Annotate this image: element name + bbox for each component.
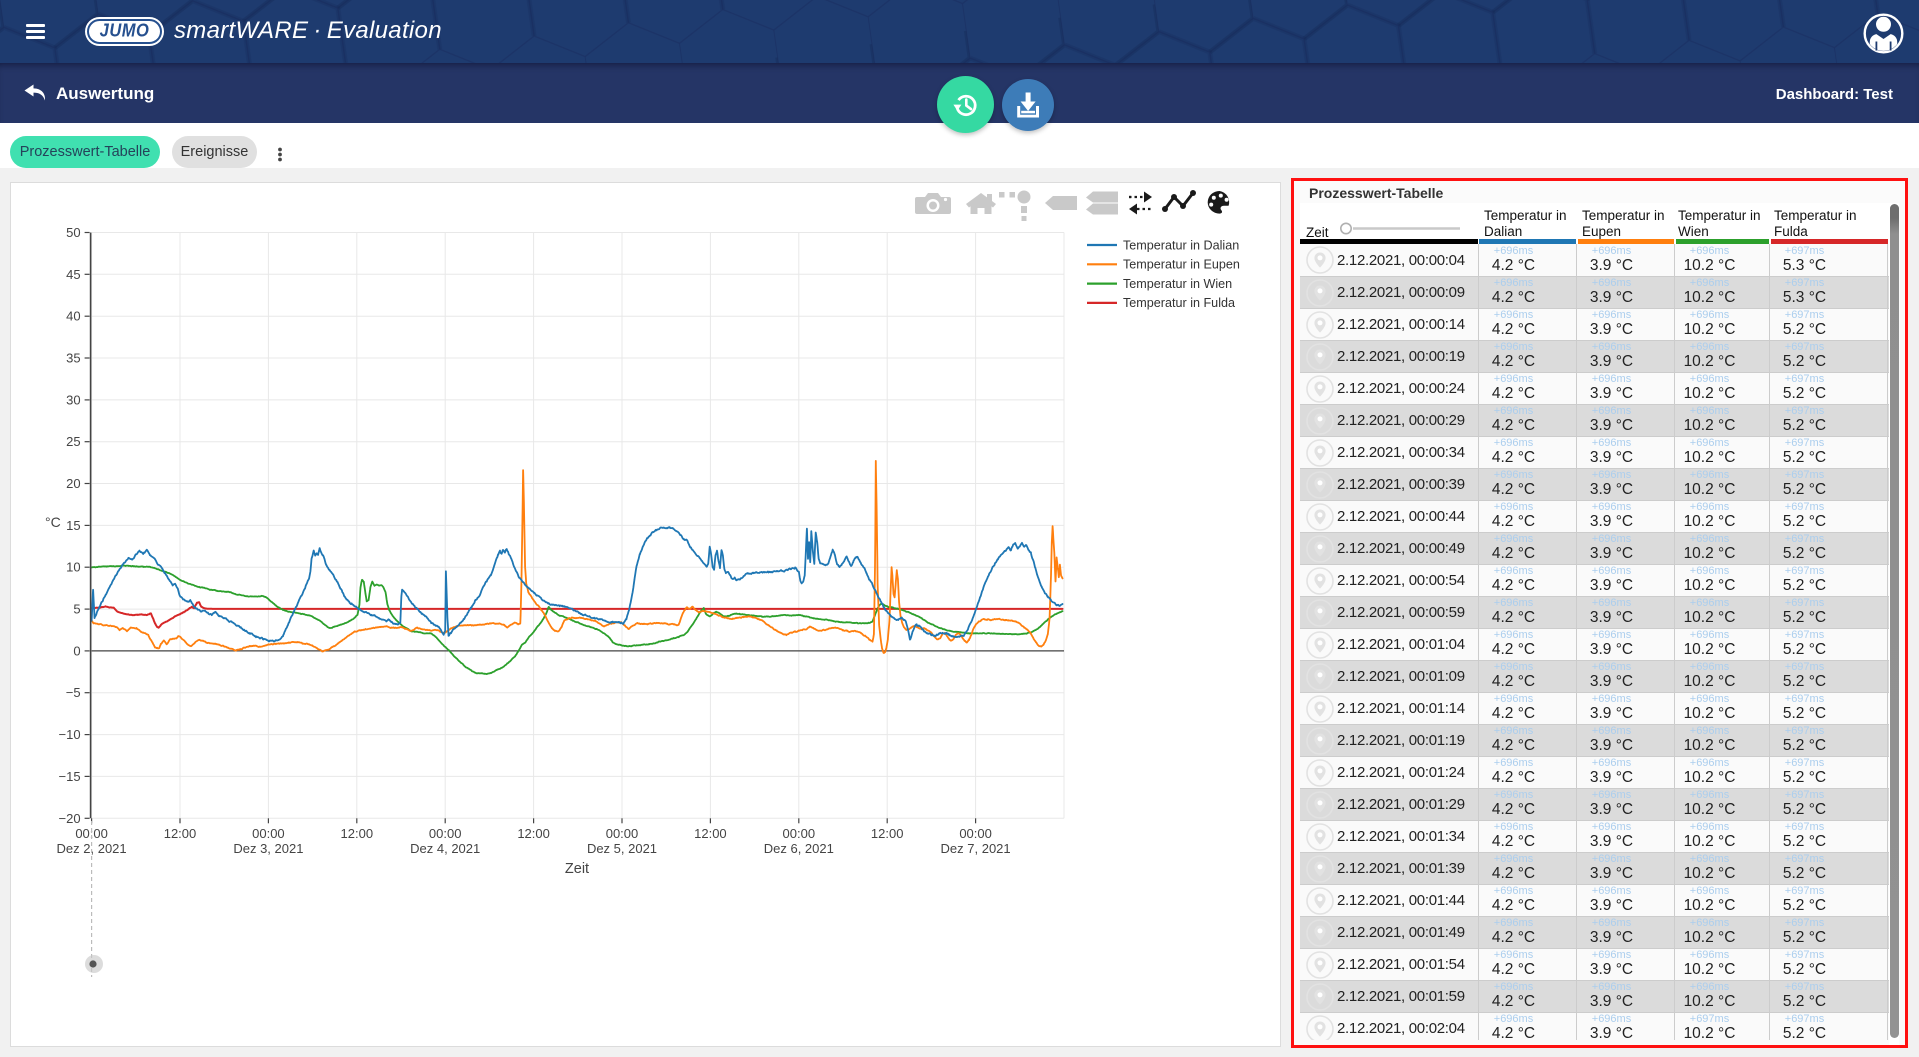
svg-text:Dez 7, 2021: Dez 7, 2021 [941,841,1011,856]
svg-text:00:00: 00:00 [252,826,285,841]
svg-text:00:00: 00:00 [606,826,639,841]
svg-text:15: 15 [66,518,80,533]
svg-text:12:00: 12:00 [871,826,904,841]
svg-text:35: 35 [66,351,80,366]
svg-text:10: 10 [66,560,80,575]
svg-text:12:00: 12:00 [341,826,374,841]
svg-text:°C: °C [45,514,61,530]
svg-text:Temperatur in Dalian: Temperatur in Dalian [1123,238,1239,252]
svg-text:0: 0 [73,643,80,658]
svg-text:Zeit: Zeit [565,861,589,877]
svg-text:−5: −5 [66,685,81,700]
svg-text:40: 40 [66,309,80,324]
svg-text:30: 30 [66,392,80,407]
svg-text:Dez 4, 2021: Dez 4, 2021 [410,841,480,856]
svg-text:45: 45 [66,267,80,282]
svg-text:−15: −15 [59,769,81,784]
svg-text:25: 25 [66,434,80,449]
svg-text:Temperatur in Eupen: Temperatur in Eupen [1123,258,1240,272]
svg-text:00:00: 00:00 [783,826,816,841]
svg-text:20: 20 [66,476,80,491]
svg-text:12:00: 12:00 [694,826,727,841]
svg-text:5: 5 [73,602,80,617]
svg-text:−10: −10 [59,727,81,742]
svg-text:00:00: 00:00 [429,826,462,841]
svg-text:Dez 5, 2021: Dez 5, 2021 [587,841,657,856]
svg-text:12:00: 12:00 [517,826,550,841]
svg-text:Temperatur in Wien: Temperatur in Wien [1123,277,1232,291]
svg-text:Dez 6, 2021: Dez 6, 2021 [764,841,834,856]
svg-text:Dez 3, 2021: Dez 3, 2021 [233,841,303,856]
svg-text:12:00: 12:00 [164,826,197,841]
svg-text:−20: −20 [59,811,81,826]
svg-text:Temperatur in Fulda: Temperatur in Fulda [1123,296,1235,310]
svg-text:00:00: 00:00 [959,826,992,841]
svg-text:50: 50 [66,225,80,240]
